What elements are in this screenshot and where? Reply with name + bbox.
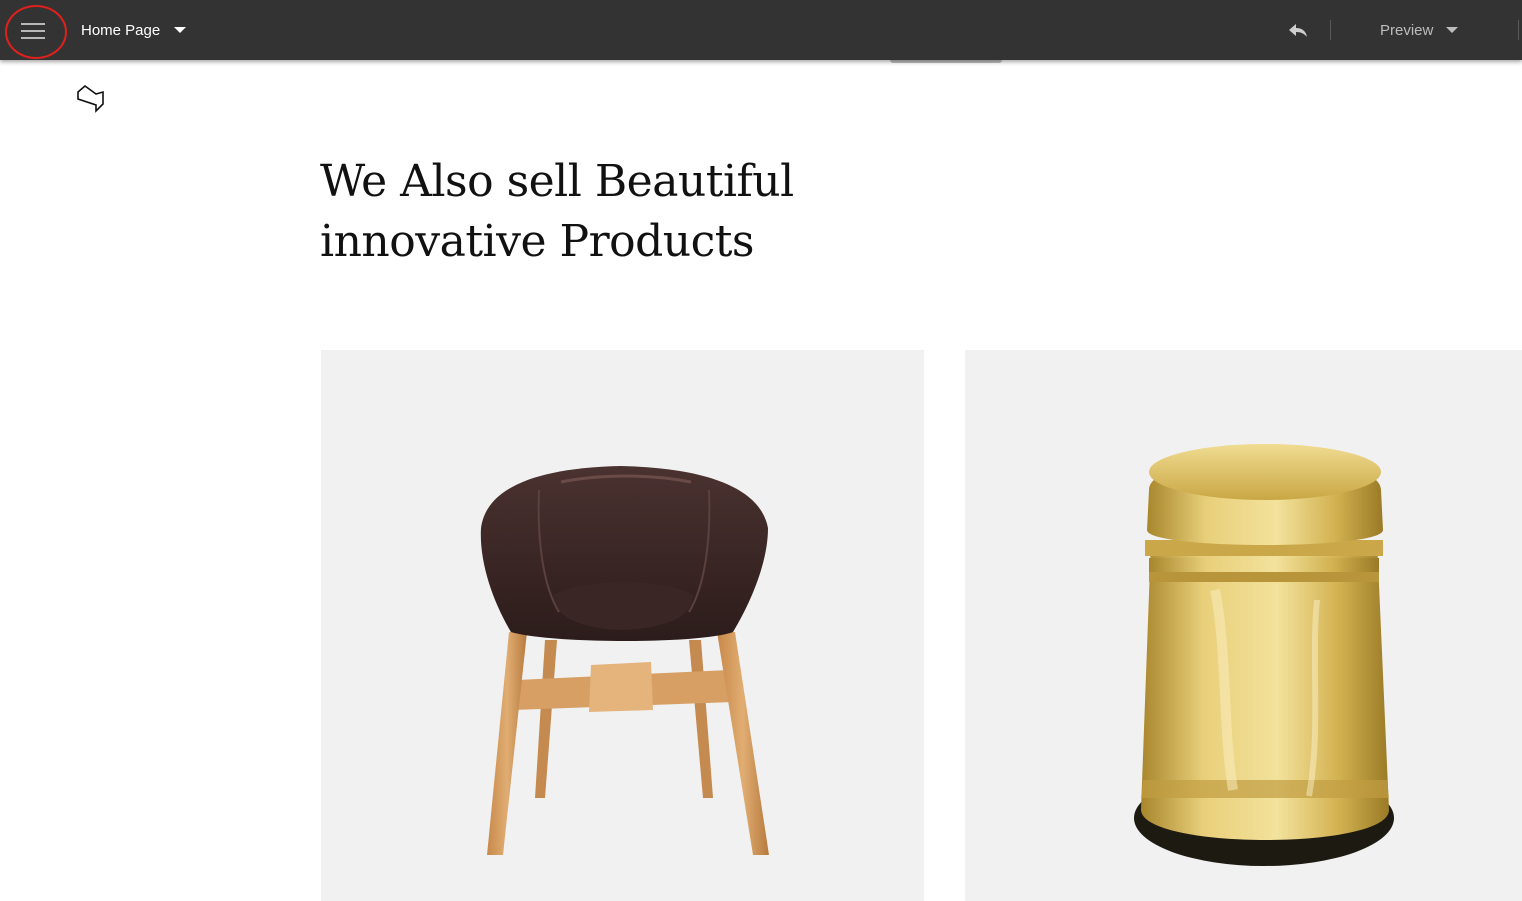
editor-toolbar: Home Page Preview — [0, 0, 1522, 60]
section-heading: We Also sell Beautiful innovative Produc… — [320, 152, 794, 272]
toolbar-tab-shadow — [890, 60, 1002, 63]
preview-label: Preview — [1380, 21, 1434, 39]
heading-line-1: We Also sell Beautiful — [320, 156, 794, 207]
brass-stool-image — [1134, 444, 1394, 866]
site-logo-icon[interactable] — [76, 83, 106, 115]
undo-arrow-icon — [1289, 24, 1307, 37]
product-card[interactable] — [321, 350, 924, 901]
hamburger-menu-button[interactable] — [4, 4, 67, 59]
chevron-down-icon — [1446, 27, 1459, 33]
chair-image — [480, 466, 769, 855]
heading-line-2: innovative Products — [320, 216, 755, 267]
toolbar-divider — [1330, 20, 1331, 40]
product-card[interactable] — [965, 350, 1522, 901]
hamburger-menu-icon — [21, 23, 45, 39]
preview-dropdown[interactable]: Preview — [1380, 18, 1459, 42]
page-selector-label: Home Page — [81, 21, 161, 39]
toolbar-divider — [1518, 20, 1519, 40]
page-selector-dropdown[interactable]: Home Page — [81, 18, 187, 42]
chevron-down-icon — [174, 27, 187, 33]
undo-button[interactable] — [1286, 18, 1310, 42]
